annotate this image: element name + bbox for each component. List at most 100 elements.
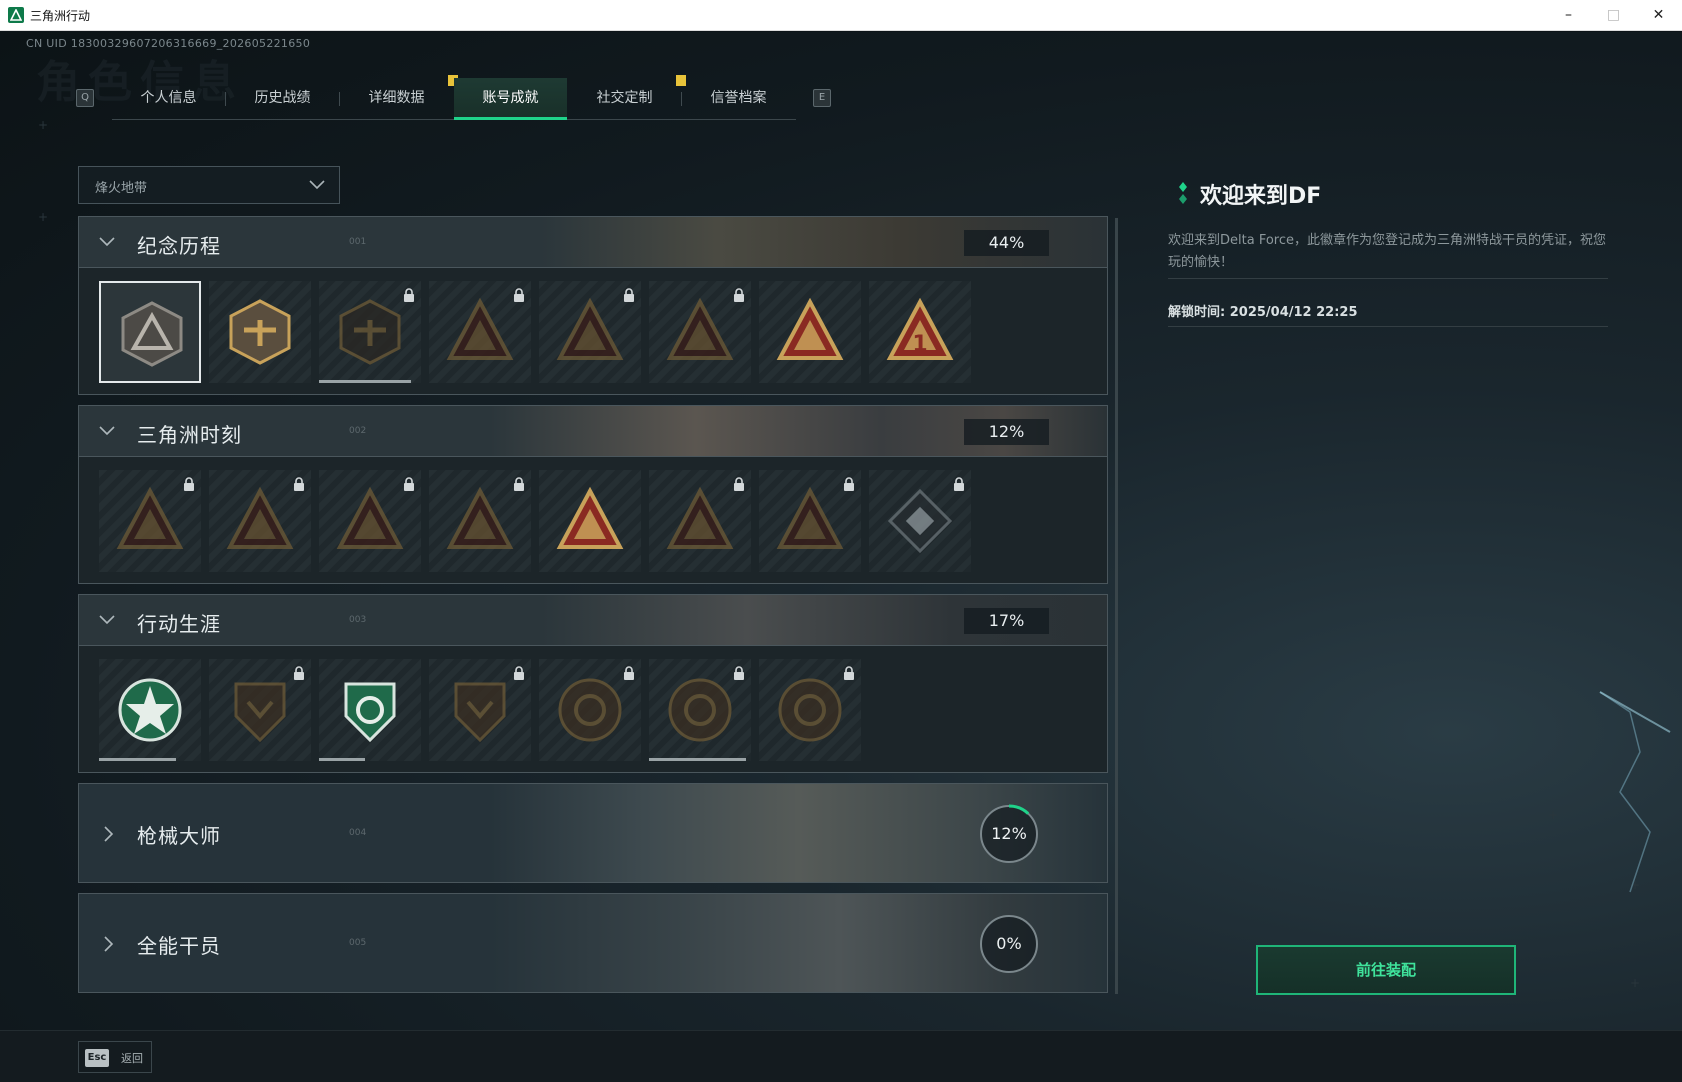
category-index: 002 [349,426,367,436]
category-header[interactable]: 行动生涯 003 17% [78,594,1108,646]
lightning-decoration [1599,691,1671,893]
lock-icon [183,476,195,495]
uid-label: CN UID 18300329607206316669_202605221650 [26,37,311,50]
svg-text:1: 1 [912,332,927,357]
badge-progress [99,758,176,761]
badge-slot[interactable] [209,281,311,383]
tab-6[interactable]: 信誉档案 [682,78,795,120]
badge-slot[interactable] [209,470,311,572]
tab-label: 历史战绩 [254,90,311,106]
badge-slot[interactable] [429,659,531,761]
category-index: 005 [349,938,367,948]
lock-icon [293,665,305,684]
badge-slot[interactable] [429,470,531,572]
tab-label: 账号成就 [482,90,539,106]
list-scrollbar[interactable] [1115,218,1118,994]
badge-slot[interactable] [759,470,861,572]
badge-slot[interactable] [759,281,861,383]
header-art [79,217,1107,267]
next-tab-key[interactable]: E [813,89,831,107]
badge-slot[interactable] [99,470,201,572]
window-titlebar: 三角洲行动 – □ ✕ [0,0,1682,31]
close-button[interactable]: ✕ [1636,0,1681,31]
tab-3[interactable]: 详细数据 [340,75,458,120]
category-collapsed[interactable]: 枪械大师 004 12% [78,783,1108,883]
tab-2[interactable]: 历史战绩 [226,78,339,120]
chevron-down-icon [99,615,115,625]
badge-slot[interactable] [209,659,311,761]
esc-key: Esc [85,1049,109,1067]
go-equip-button[interactable]: 前往装配 [1256,945,1516,995]
category-name: 全能干员 [137,934,221,958]
badge-progress [319,758,365,761]
chevron-down-icon [99,237,115,247]
unlock-time: 解锁时间: 2025/04/12 22:25 [1168,305,1358,320]
window-title: 三角洲行动 [30,9,91,23]
badge-slot[interactable] [869,470,971,572]
tab-label: 详细数据 [368,90,425,106]
category-name: 纪念历程 [137,234,221,258]
hooded-figure-badge-icon [556,298,624,360]
category-name: 行动生涯 [137,612,221,636]
tab-5[interactable]: 社交定制 [568,75,686,120]
game-viewport: 角色信息 CN UID 18300329607206316669_2026052… [0,32,1682,1082]
badge-slot[interactable] [759,659,861,761]
category-index: 004 [349,828,367,838]
badge-slot[interactable] [99,281,201,383]
tab-label: 个人信息 [140,90,197,106]
badge-slot[interactable] [539,470,641,572]
wing-shield-medal-icon [234,682,286,743]
badge-slot[interactable] [539,281,641,383]
badge-grid [78,646,1108,773]
lock-icon [513,476,525,495]
lock-icon [623,665,635,684]
prev-tab-key[interactable]: Q [76,89,94,107]
progress-ring: 0% [977,912,1041,976]
tab-4[interactable]: 账号成就 [454,78,567,120]
category-header[interactable]: 纪念历程 001 44% [78,216,1108,268]
badge-slot[interactable] [319,281,421,383]
chevron-down-icon [309,180,325,190]
tab-separator [339,92,340,106]
badge-slot[interactable] [429,281,531,383]
maximize-button[interactable]: □ [1591,0,1636,31]
delta-emblem-icon [121,301,183,367]
chevron-right-icon [104,826,114,842]
minimize-button[interactable]: – [1546,0,1591,31]
category-percent: 12% [964,419,1049,445]
lock-icon [293,476,305,495]
eye-round-medal-icon [778,678,842,742]
mode-select[interactable]: 烽火地带 [78,166,340,204]
badge-slot[interactable]: 1 [869,281,971,383]
category-header[interactable]: 三角洲时刻 002 12% [78,405,1108,457]
robot-triangle-icon [116,487,184,549]
badge-progress [319,380,411,383]
eagle-triangle-icon [666,487,734,549]
category-collapsed[interactable]: 全能干员 005 0% [78,893,1108,993]
category-percent: 12% [991,824,1027,843]
badge-slot[interactable] [539,659,641,761]
badge-slot[interactable] [319,659,421,761]
category-index: 001 [349,237,367,247]
badge-slot[interactable] [649,281,751,383]
tab-label: 社交定制 [596,90,653,106]
helmet-round-medal-icon [558,678,622,742]
badge-grid: 1 [78,268,1108,395]
category-name: 三角洲时刻 [137,423,242,447]
badge-slot[interactable] [319,470,421,572]
number-one-triangle-icon: 1 [886,298,954,360]
lock-icon [623,287,635,306]
lock-icon [953,476,965,495]
tab-bar: 个人信息 历史战绩 详细数据 账号成就 社交定制 信誉档案 [112,75,796,120]
badge-slot[interactable] [99,659,201,761]
badge-slot[interactable] [649,470,751,572]
divider [1168,326,1608,327]
lock-icon [843,476,855,495]
back-button[interactable]: Esc 返回 [78,1041,152,1073]
divider [1168,278,1608,279]
lock-icon [733,476,745,495]
cube-diamond-icon [887,488,953,554]
tab-1[interactable]: 个人信息 [112,78,225,120]
category-percent: 44% [964,230,1049,256]
badge-slot[interactable] [649,659,751,761]
